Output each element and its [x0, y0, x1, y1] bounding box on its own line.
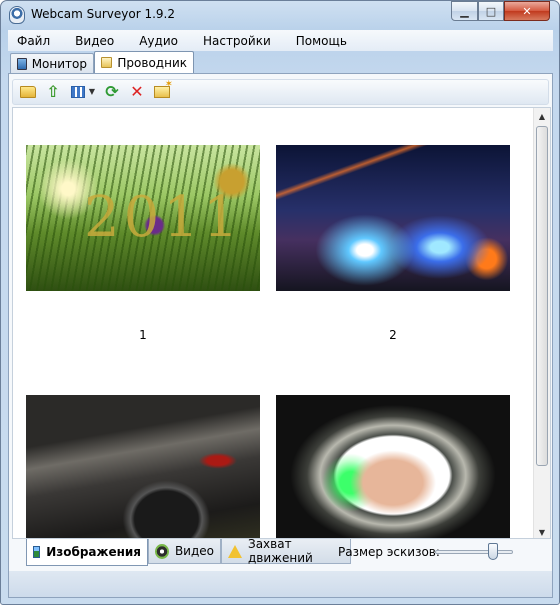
explorer-toolbar: ⇧ ▼ ⟳ ✕ — [12, 79, 549, 105]
close-button[interactable]: ✕ — [504, 1, 550, 21]
vertical-scrollbar[interactable]: ▲ ▼ — [533, 108, 550, 538]
delete-button[interactable]: ✕ — [128, 83, 146, 101]
tab-explorer[interactable]: Проводник — [94, 51, 194, 73]
menu-help[interactable]: Помощь — [287, 34, 357, 48]
thumbnail-size-slider[interactable] — [435, 543, 513, 561]
folder-up-button[interactable]: ⇧ — [44, 83, 62, 101]
menu-file[interactable]: Файл — [8, 34, 60, 48]
thumbnail-image[interactable]: 2011 — [26, 145, 260, 291]
thumbnail-caption: 2 — [389, 328, 397, 342]
menu-video[interactable]: Видео — [66, 34, 124, 48]
scrollbar-thumb[interactable] — [536, 126, 548, 466]
app-window: Webcam Surveyor 1.9.2 ▁ □ ✕ Файл Видео А… — [0, 0, 560, 605]
chevron-down-icon: ▼ — [538, 527, 546, 537]
slider-track — [435, 550, 513, 554]
tab-explorer-label: Проводник — [117, 55, 187, 70]
tab-images[interactable]: Изображения — [26, 539, 148, 566]
menu-settings[interactable]: Настройки — [194, 34, 281, 48]
view-mode-icon — [71, 86, 85, 98]
thumbnail-image[interactable] — [276, 145, 510, 291]
view-mode-dropdown[interactable]: ▼ — [88, 83, 96, 101]
maximize-button[interactable]: □ — [478, 1, 504, 21]
minimize-button[interactable]: ▁ — [451, 1, 478, 21]
tab-images-label: Изображения — [46, 545, 141, 559]
webcam-icon — [9, 6, 25, 24]
open-folder-button[interactable] — [19, 83, 37, 101]
title-bar[interactable]: Webcam Surveyor 1.9.2 ▁ □ ✕ — [1, 1, 559, 30]
menu-bar: Файл Видео Аудио Настройки Помощь — [8, 30, 553, 51]
tab-monitor[interactable]: Монитор — [10, 53, 94, 73]
thumbnail-size-label: Размер эскизов: — [338, 545, 440, 559]
tab-video[interactable]: Видео — [148, 539, 221, 564]
tab-motion-label: Захват движений — [248, 537, 313, 565]
thumbnail-image[interactable] — [26, 395, 260, 538]
thumbnail-text: 2011 — [84, 185, 243, 250]
chevron-up-icon: ▲ — [538, 111, 546, 121]
warning-icon — [228, 544, 242, 558]
video-icon — [155, 543, 169, 559]
scroll-down-button[interactable]: ▼ — [534, 524, 550, 538]
view-mode-button[interactable] — [69, 83, 87, 101]
status-bar — [9, 571, 552, 597]
thumbnail-view[interactable]: 2011 1 2 ▲ ▼ — [12, 107, 551, 539]
images-icon — [33, 546, 41, 558]
monitor-icon — [17, 57, 27, 70]
menu-audio[interactable]: Аудио — [130, 34, 188, 48]
tab-monitor-label: Монитор — [31, 56, 87, 71]
window-title: Webcam Surveyor 1.9.2 — [31, 7, 175, 21]
new-folder-button[interactable] — [153, 80, 173, 101]
tab-video-label: Видео — [174, 544, 214, 558]
folder-icon — [101, 57, 113, 68]
folder-up-icon: ⇧ — [46, 82, 60, 101]
open-folder-icon — [20, 86, 36, 98]
slider-handle[interactable] — [487, 543, 498, 560]
scroll-up-button[interactable]: ▲ — [534, 108, 550, 124]
explorer-panel: ⇧ ▼ ⟳ ✕ 2011 1 2 — [8, 73, 553, 598]
thumbnail-caption: 1 — [139, 328, 147, 342]
refresh-button[interactable]: ⟳ — [103, 83, 121, 101]
refresh-icon: ⟳ — [105, 82, 119, 101]
tab-motion-capture[interactable]: Захват движений — [221, 537, 351, 565]
delete-icon: ✕ — [130, 82, 144, 101]
bottom-tab-bar: Изображения Видео Захват движений Размер… — [9, 537, 552, 567]
chevron-down-icon: ▼ — [88, 87, 96, 96]
thumbnail-image[interactable] — [276, 395, 510, 538]
main-tabs: Монитор Проводник — [8, 51, 553, 73]
new-folder-icon — [154, 80, 173, 98]
